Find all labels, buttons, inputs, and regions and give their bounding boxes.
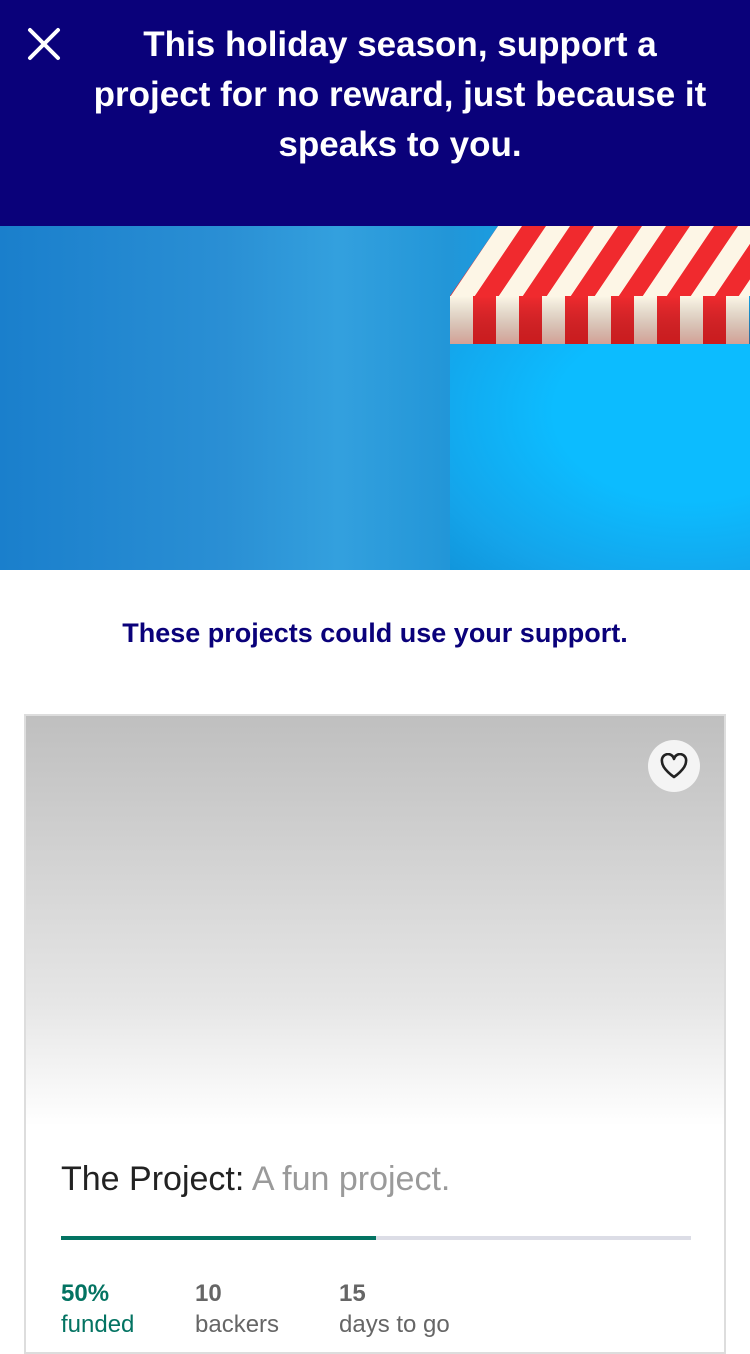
stat-backers: 10 backers [195, 1278, 279, 1340]
project-title[interactable]: The Project: A fun project. [61, 1160, 450, 1199]
project-name: The Project: [61, 1160, 245, 1198]
stat-funded: 50% funded [61, 1278, 134, 1340]
stat-value: 15 [339, 1280, 366, 1307]
banner-message: This holiday season, support a project f… [93, 25, 707, 164]
save-project-button[interactable] [648, 740, 700, 792]
section-heading: These projects could use your support. [122, 618, 628, 648]
awning-illustration [450, 226, 750, 344]
hero-illustration [0, 226, 750, 570]
close-button[interactable] [26, 26, 62, 62]
stat-days-to-go: 15 days to go [339, 1278, 450, 1340]
close-icon [28, 28, 60, 60]
heart-icon [660, 753, 688, 779]
promo-banner: This holiday season, support a project f… [0, 0, 750, 226]
funding-progress-bar [61, 1236, 691, 1240]
project-card[interactable]: The Project: A fun project. 50% funded 10… [24, 714, 726, 1354]
funding-progress-fill [61, 1236, 376, 1240]
project-blurb: A fun project. [251, 1160, 451, 1198]
project-image [26, 716, 724, 1126]
stat-value: 10 [195, 1280, 222, 1307]
storefront [450, 344, 750, 570]
stat-value: 50% [61, 1280, 110, 1307]
